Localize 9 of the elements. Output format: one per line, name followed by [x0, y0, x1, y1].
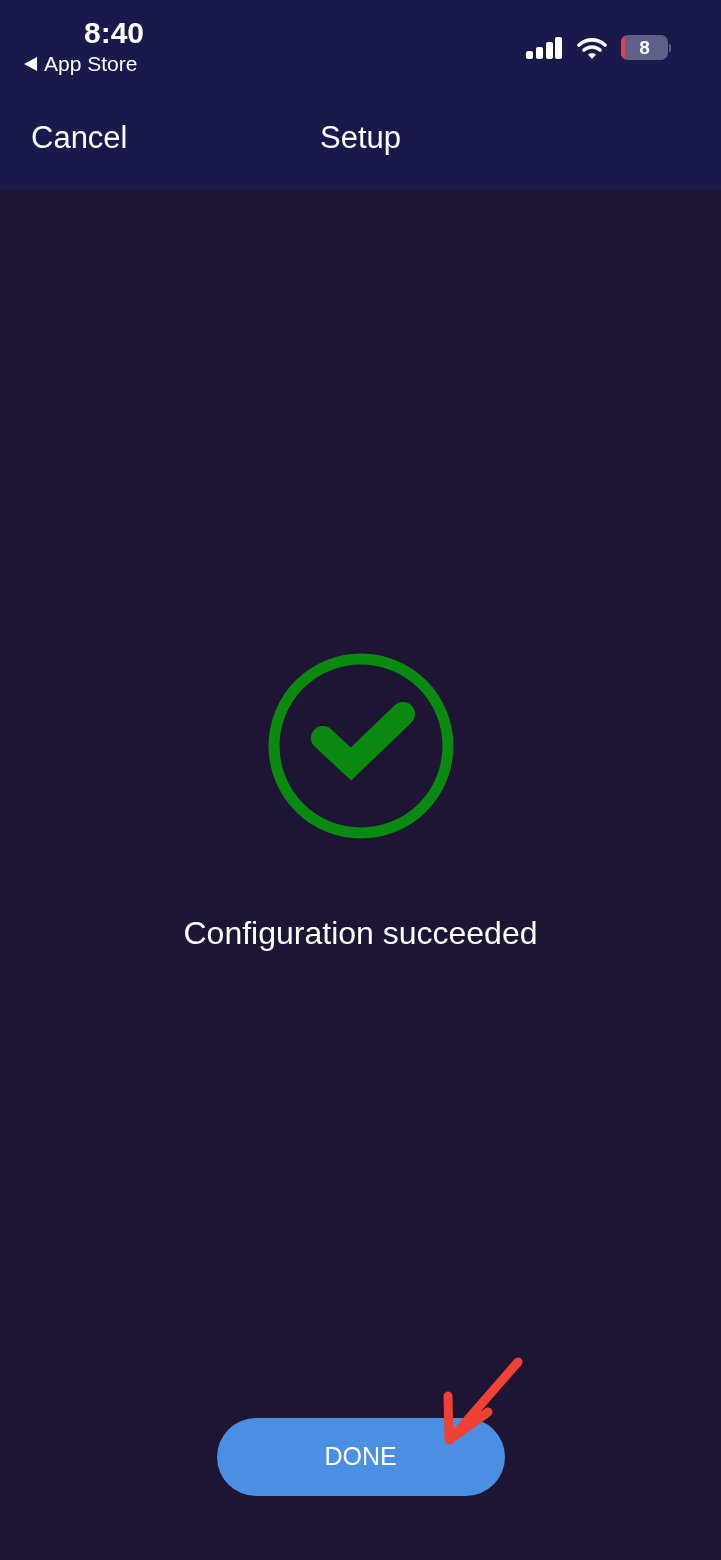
back-triangle-icon — [24, 57, 37, 71]
back-to-app-link[interactable]: App Store — [44, 52, 138, 76]
cellular-signal-icon — [526, 36, 562, 59]
result-message: Configuration succeeded — [183, 914, 538, 952]
cancel-button[interactable]: Cancel — [31, 120, 128, 156]
wifi-icon — [577, 36, 607, 59]
status-time: 8:40 — [84, 16, 145, 50]
battery-percentage: 8 — [639, 37, 650, 58]
screen-title: Setup — [320, 120, 401, 156]
